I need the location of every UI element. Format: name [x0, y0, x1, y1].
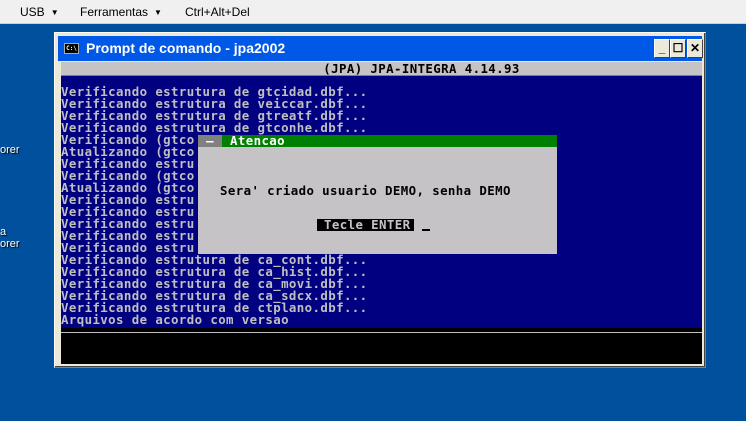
- console-status-area: [61, 328, 702, 364]
- title-bar[interactable]: C:\ Prompt de comando - jpa2002 _ ☐ ✕: [58, 36, 703, 61]
- ctrl-alt-del-button[interactable]: Ctrl+Alt+Del: [185, 5, 250, 19]
- dialog-title: Atencao: [230, 133, 286, 148]
- usb-menu[interactable]: USB ▼: [20, 5, 59, 19]
- desktop-icon-label[interactable]: orer: [0, 238, 20, 250]
- desktop-icon-label[interactable]: a: [0, 226, 6, 238]
- top-toolbar: USB ▼ Ferramentas ▼ Ctrl+Alt+Del: [0, 0, 746, 24]
- divider: [61, 332, 702, 333]
- window-title: Prompt de comando - jpa2002: [86, 40, 286, 56]
- console-header: (JPA) JPA-INTEGRA 4.14.93: [61, 62, 702, 76]
- chevron-down-icon: ▼: [154, 7, 162, 17]
- usb-menu-label: USB: [20, 5, 45, 19]
- dialog-message: Sera' criado usuario DEMO, senha DEMO: [220, 183, 511, 198]
- attention-dialog: — Atencao Sera' criado usuario DEMO, sen…: [198, 133, 557, 254]
- maximize-button[interactable]: ☐: [670, 39, 686, 58]
- chevron-down-icon: ▼: [50, 7, 59, 17]
- enter-prompt-button[interactable]: Tecle ENTER: [317, 218, 415, 231]
- console-line: Arquivos de acordo com versao: [61, 312, 289, 327]
- dialog-title-bar: — Atencao: [198, 133, 557, 148]
- minimize-button[interactable]: _: [654, 39, 670, 58]
- cmd-icon: C:\: [64, 43, 79, 54]
- ferramentas-menu[interactable]: Ferramentas ▼: [80, 5, 162, 19]
- text-cursor: [422, 229, 430, 231]
- close-button[interactable]: ✕: [687, 39, 703, 58]
- ferramentas-menu-label: Ferramentas: [80, 5, 149, 19]
- ctrl-alt-del-label: Ctrl+Alt+Del: [185, 5, 250, 19]
- desktop-icon-label[interactable]: orer: [0, 144, 20, 156]
- dialog-close-button[interactable]: —: [198, 134, 222, 147]
